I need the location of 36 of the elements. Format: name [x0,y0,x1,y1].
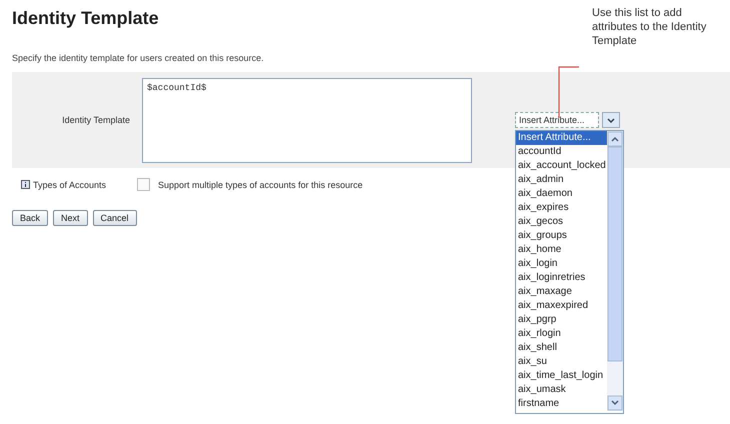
form-button[interactable]: Back [12,210,48,226]
checkbox-label: Support multiple types of accounts for this resource [158,180,363,190]
list-option[interactable]: aix_loginretries [516,271,607,285]
list-option[interactable]: aix_umask [516,383,607,397]
info-icon[interactable] [21,180,30,189]
list-option[interactable]: aix_gecos [516,215,607,229]
list-option[interactable]: aix_su [516,355,607,369]
template-field[interactable]: $accountId$ [142,78,472,162]
list-option[interactable]: firstname [516,397,607,411]
dropdown-button[interactable] [602,112,620,128]
list-option[interactable]: aix_groups [516,229,607,243]
list-option[interactable]: aix_time_last_login [516,369,607,383]
description: Specify the identity template for users created on this resource. [12,53,265,63]
form-button[interactable]: Cancel [92,210,137,226]
list-option[interactable]: aix_expires [516,201,607,215]
list-option[interactable]: aix_maxexpired [516,299,607,313]
list-option[interactable]: aix_home [516,243,607,257]
list-option[interactable]: aix_login [516,257,607,271]
list-option[interactable]: aix_account_locked [516,159,607,173]
field-label: Types of Accounts [33,180,108,190]
list-option[interactable]: aix_shell [516,341,607,355]
list-option[interactable]: aix_rlogin [516,327,607,341]
list-option[interactable]: aix_admin [516,173,607,187]
list-option[interactable]: aix_daemon [516,187,607,201]
attribute-select[interactable]: Insert Attribute... [515,112,599,128]
scrollbar[interactable] [607,131,623,411]
list-option[interactable]: Insert Attribute... [516,131,607,145]
list-option[interactable]: aix_pgrp [516,313,607,327]
page-title: Identity Template [12,8,159,29]
form-button[interactable]: Next [53,210,88,226]
field-label: Identity Template [61,115,130,125]
list-option[interactable]: accountId [516,145,607,159]
list-option[interactable]: aix_maxage [516,285,607,299]
caret-icon [607,118,615,122]
checkbox[interactable] [137,178,150,191]
callout-text: Use this list to add attributes to the Identity Template [592,6,708,48]
